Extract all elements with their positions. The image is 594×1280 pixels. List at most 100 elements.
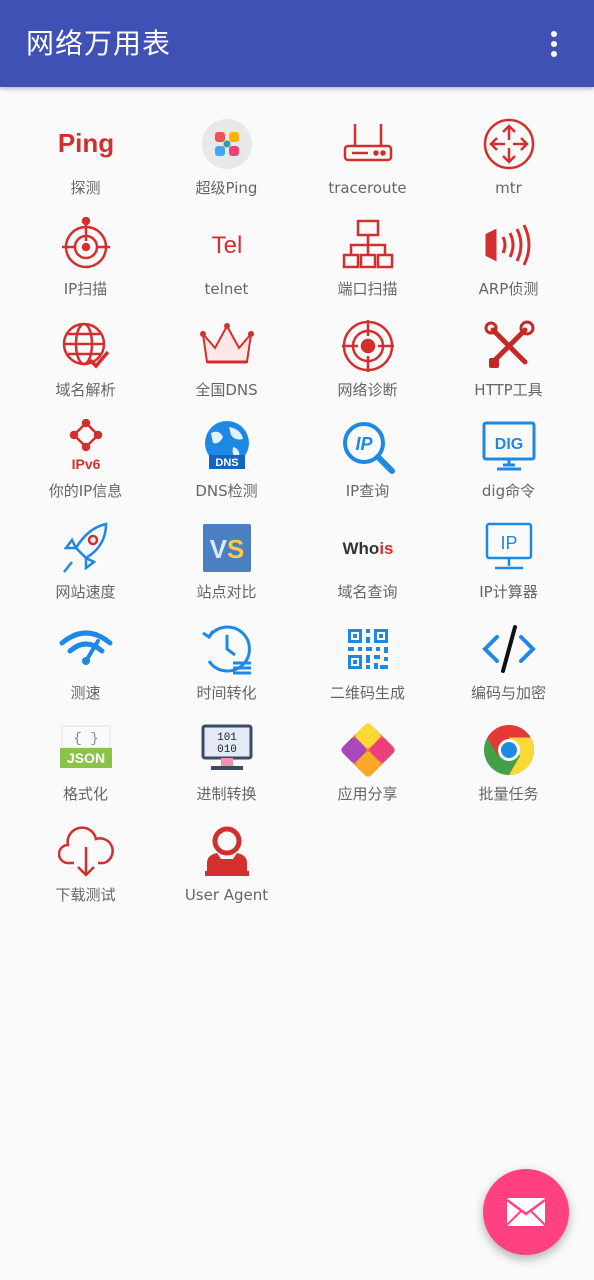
svg-text:JSON: JSON	[66, 750, 104, 766]
globe-check-icon	[58, 318, 114, 374]
tool-time-convert[interactable]: 时间转化	[156, 615, 297, 716]
crown-icon	[199, 318, 255, 374]
tool-your-ip-info[interactable]: IPv6 你的IP信息	[15, 413, 156, 514]
ipv6-icon: IPv6	[58, 419, 114, 475]
tool-label: IP计算器	[479, 583, 538, 601]
tool-ip-scan[interactable]: IP扫描	[15, 211, 156, 312]
tool-label: 探测	[70, 179, 101, 197]
router-icon	[340, 116, 396, 172]
tool-network-diagnose[interactable]: 网络诊断	[297, 312, 438, 413]
tool-label: 你的IP信息	[48, 482, 123, 500]
dot-icon	[551, 51, 557, 57]
network-node-icon	[481, 116, 537, 172]
tool-label: 域名查询	[337, 583, 398, 601]
tool-label: 网站速度	[55, 583, 116, 601]
svg-text:DIG: DIG	[494, 436, 522, 453]
json-icon: { } JSON	[58, 722, 114, 778]
tool-qr-generate[interactable]: 二维码生成	[297, 615, 438, 716]
tool-label: HTTP工具	[474, 381, 543, 399]
tool-label: telnet	[204, 280, 249, 298]
tool-label: 站点对比	[196, 583, 257, 601]
feedback-mail-button[interactable]	[483, 1169, 569, 1255]
tool-telnet[interactable]: Tel telnet	[156, 211, 297, 312]
ip-search-icon: IP	[340, 419, 396, 475]
qr-code-icon	[340, 621, 396, 677]
tool-label: 应用分享	[337, 785, 398, 803]
ip-monitor-icon: IP	[481, 520, 537, 576]
tool-label: 下载测试	[55, 886, 116, 904]
tool-label: 测速	[70, 684, 101, 702]
svg-text:VS: VS	[209, 534, 244, 564]
vs-icon: VS	[199, 520, 255, 576]
chrome-icon	[481, 722, 537, 778]
svg-text:IPv6: IPv6	[71, 456, 100, 472]
share-app-icon	[340, 722, 396, 778]
binary-monitor-icon: 101 010	[199, 722, 255, 778]
tool-ip-calculator[interactable]: IP IP计算器	[438, 514, 579, 615]
tool-arp-detect[interactable]: ARP侦测	[438, 211, 579, 312]
tool-mtr[interactable]: mtr	[438, 110, 579, 211]
tool-dig[interactable]: DIG dig命令	[438, 413, 579, 514]
tool-label: 超级Ping	[195, 179, 258, 197]
tool-label: 进制转换	[196, 785, 257, 803]
tool-label: 二维码生成	[329, 684, 405, 702]
tool-speedtest[interactable]: 测速	[15, 615, 156, 716]
tool-super-ping[interactable]: 超级Ping	[156, 110, 297, 211]
tool-national-dns[interactable]: 全国DNS	[156, 312, 297, 413]
tool-site-compare[interactable]: VS 站点对比	[156, 514, 297, 615]
tool-label: 网络诊断	[337, 381, 398, 399]
tool-domain-resolve[interactable]: 域名解析	[15, 312, 156, 413]
tool-ip-lookup[interactable]: IP IP查询	[297, 413, 438, 514]
ping-text-icon: Ping	[58, 116, 114, 172]
tool-label: IP扫描	[63, 280, 108, 298]
tool-label: 编码与加密	[470, 684, 546, 702]
tool-port-scan[interactable]: 端口扫描	[297, 211, 438, 312]
tool-label: 格式化	[62, 785, 108, 803]
tool-batch-task[interactable]: 批量任务	[438, 716, 579, 817]
tool-traceroute[interactable]: traceroute	[297, 110, 438, 211]
rocket-icon	[58, 520, 114, 576]
mail-icon	[506, 1198, 546, 1226]
tool-label: ARP侦测	[478, 280, 539, 298]
tool-label: 全国DNS	[195, 381, 258, 399]
app-title: 网络万用表	[26, 27, 172, 60]
tool-whois[interactable]: Whois 域名查询	[297, 514, 438, 615]
tool-label: 端口扫描	[337, 280, 398, 298]
svg-text:IP: IP	[500, 533, 517, 553]
dns-globe-icon: DNS	[199, 419, 255, 475]
svg-text:Whois: Whois	[342, 539, 393, 558]
tools-icon	[481, 318, 537, 374]
signal-waves-icon	[481, 217, 537, 273]
wifi-speed-icon	[58, 621, 114, 677]
tool-app-share[interactable]: 应用分享	[297, 716, 438, 817]
tool-format[interactable]: { } JSON 格式化	[15, 716, 156, 817]
svg-text:101: 101	[217, 732, 237, 744]
svg-text:010: 010	[217, 744, 237, 756]
cloud-download-icon	[57, 823, 114, 879]
tool-label: DNS检测	[195, 482, 258, 500]
tool-probe[interactable]: Ping 探测	[15, 110, 156, 211]
tool-label: 时间转化	[196, 684, 257, 702]
tool-base-convert[interactable]: 101 010 进制转换	[156, 716, 297, 817]
tool-http[interactable]: HTTP工具	[438, 312, 579, 413]
overflow-menu-button[interactable]	[532, 22, 576, 66]
radar-target-icon	[58, 217, 114, 273]
tool-label: traceroute	[328, 179, 407, 197]
tool-encode-encrypt[interactable]: 编码与加密	[438, 615, 579, 716]
clock-history-icon	[199, 621, 255, 677]
tel-text-icon: Tel	[199, 217, 255, 273]
svg-text:{ }: { }	[73, 731, 98, 747]
tool-label: User Agent	[184, 886, 269, 904]
user-agent-icon	[199, 823, 255, 879]
dig-monitor-icon: DIG	[481, 419, 537, 475]
whois-text-icon: Whois	[340, 520, 396, 576]
tool-label: 域名解析	[55, 381, 116, 399]
svg-text:IP: IP	[355, 434, 373, 454]
tool-site-speed[interactable]: 网站速度	[15, 514, 156, 615]
tool-user-agent[interactable]: User Agent	[156, 817, 297, 918]
svg-text:Tel: Tel	[211, 232, 242, 259]
tool-download-test[interactable]: 下载测试	[15, 817, 156, 918]
tool-dns-check[interactable]: DNS DNS检测	[156, 413, 297, 514]
network-tree-icon	[340, 217, 396, 273]
app-bar: 网络万用表	[0, 0, 594, 87]
